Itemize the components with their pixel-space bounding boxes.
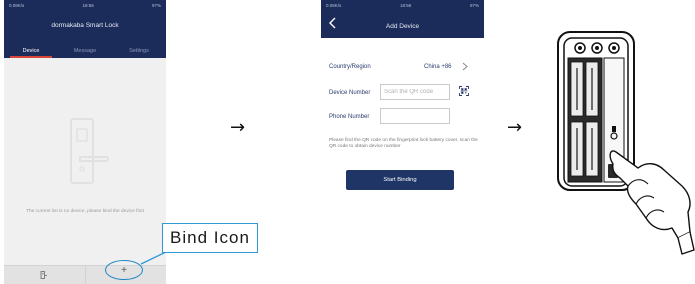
status-network: 0.08K/s — [326, 2, 342, 8]
country-region-value[interactable]: China +86 — [424, 64, 452, 70]
device-number-field[interactable] — [380, 84, 450, 100]
step-arrow-1: → — [230, 117, 246, 138]
device-number-label: Device Number — [329, 90, 371, 96]
status-battery: 97% — [469, 2, 479, 8]
add-device-form: Country/Region China +86 Device Number P… — [321, 38, 484, 284]
page-title: Add Device — [385, 23, 420, 30]
add-device-header: 0.08K/s 18:56 97% Add Device — [321, 0, 484, 38]
chevron-right-icon[interactable] — [462, 62, 468, 71]
start-binding-button[interactable]: Start Binding — [346, 170, 454, 190]
phone-number-label: Phone Number — [329, 114, 370, 120]
phone-number-field[interactable] — [380, 108, 450, 124]
lock-battery-illustration — [557, 31, 695, 255]
country-region-label: Country/Region — [329, 64, 371, 70]
add-device-screen: 0.08K/s 18:56 97% Add Device Country/Reg… — [321, 0, 484, 284]
step-arrow-2: → — [507, 117, 523, 138]
qr-hint-text: Please find the QR code on the fingerpri… — [329, 138, 478, 150]
bind-icon-callout: Bind Icon — [162, 223, 258, 253]
qr-scan-icon[interactable] — [459, 86, 469, 96]
status-time: 18:56 — [399, 2, 412, 8]
status-bar: 0.08K/s 18:56 97% — [321, 0, 484, 10]
